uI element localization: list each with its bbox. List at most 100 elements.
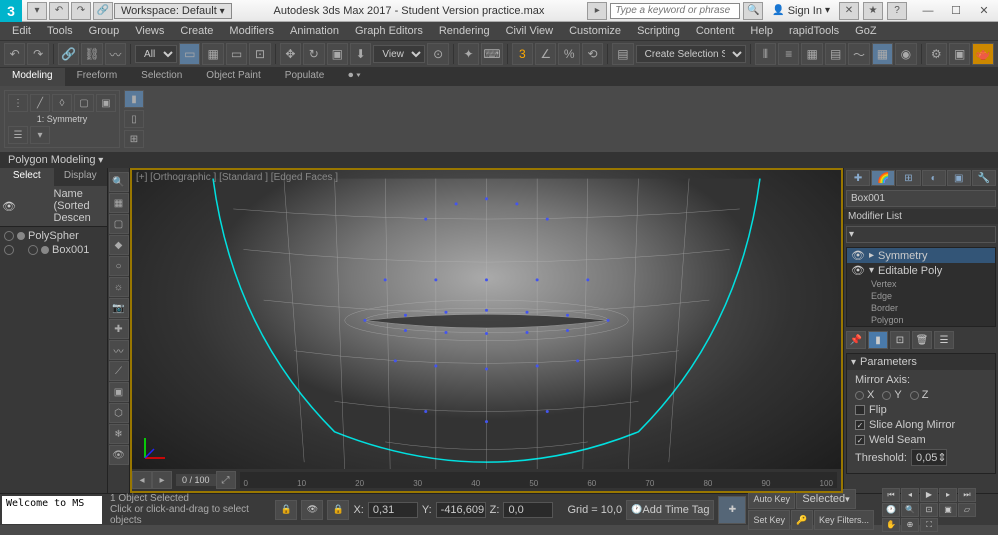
goto-start-button[interactable]: ⏮	[882, 488, 900, 502]
named-set-tool[interactable]: ▤	[612, 43, 633, 65]
redo-button[interactable]: ↷	[71, 2, 91, 20]
subobj-edge[interactable]: Edge	[847, 290, 995, 302]
remove-modifier-button[interactable]: 🗑	[912, 331, 932, 349]
timeline-prev-button[interactable]: ◂	[132, 471, 152, 489]
cmd-tab-modify[interactable]: 🌈	[871, 170, 895, 186]
subobj-polygon[interactable]: Polygon	[847, 314, 995, 326]
app-menu-button[interactable]: ▾	[27, 2, 47, 20]
menu-content[interactable]: Content	[688, 25, 743, 37]
viewport[interactable]: [+] [Orthographic ] [Standard ] [Edged F…	[130, 168, 843, 493]
display-all-icon[interactable]: ▦	[109, 193, 129, 213]
z-coord-input[interactable]: 0,0	[503, 502, 553, 518]
configure-button[interactable]: ☰	[934, 331, 954, 349]
subobj-edge-button[interactable]: ╱	[30, 94, 50, 112]
filter-xref-icon[interactable]: ⬡	[109, 403, 129, 423]
menu-create[interactable]: Create	[172, 25, 221, 37]
scene-tab-display[interactable]: Display	[54, 168, 108, 186]
select-object-tool[interactable]: ▭	[179, 43, 200, 65]
manipulate-tool[interactable]: ✦	[458, 43, 479, 65]
subobj-vertex[interactable]: Vertex	[847, 278, 995, 290]
signin-button[interactable]: 👤 Sign In ▾	[766, 5, 836, 17]
scene-item-polysphere[interactable]: PolySpher	[2, 229, 105, 243]
infocenter-button[interactable]: 🔍	[743, 2, 763, 20]
menu-customize[interactable]: Customize	[561, 25, 629, 37]
weld-checkbox[interactable]: ✓Weld Seam	[855, 434, 987, 446]
menu-grapheditors[interactable]: Graph Editors	[347, 25, 431, 37]
rotate-tool[interactable]: ↻	[303, 43, 324, 65]
maxscript-listener[interactable]: Welcome to MS	[2, 496, 102, 524]
time-tag-button[interactable]: 🕐 Add Time Tag	[626, 500, 714, 520]
fov-button[interactable]: ▱	[958, 503, 976, 517]
cmd-tab-motion[interactable]: ◐	[922, 170, 946, 186]
workspace-selector[interactable]: Workspace: Default ▾	[114, 3, 232, 19]
menu-rapidtools[interactable]: rapidTools	[781, 25, 847, 37]
filter-geom-icon[interactable]: ◆	[109, 235, 129, 255]
maximize-viewport-button[interactable]: ⛶	[920, 518, 938, 532]
title-arrow-icon[interactable]: ▸	[587, 2, 607, 20]
ribbon-opt1-button[interactable]: ▮	[124, 90, 144, 108]
subobj-polygon-button[interactable]: ▢	[74, 94, 94, 112]
scale-tool[interactable]: ▣	[327, 43, 348, 65]
keyboard-shortcut-tool[interactable]: ⌨	[481, 43, 502, 65]
orbit-button[interactable]: ⊕	[901, 518, 919, 532]
menu-group[interactable]: Group	[81, 25, 128, 37]
scene-header[interactable]: 👁Name (Sorted Descen	[0, 186, 107, 227]
layer-tool[interactable]: ▦	[801, 43, 822, 65]
modifier-stack[interactable]: 👁 ▸ Symmetry 👁 ▾ Editable Poly Vertex Ed…	[846, 247, 996, 327]
modifier-editablepoly[interactable]: 👁 ▾ Editable Poly	[847, 263, 995, 278]
object-name-field[interactable]: Box001	[846, 190, 996, 207]
eye-icon[interactable]: 👁	[851, 249, 865, 262]
menu-rendering[interactable]: Rendering	[431, 25, 498, 37]
ribbon-tab-freeform[interactable]: Freeform	[65, 68, 130, 86]
subobj-vertex-button[interactable]: ⋮	[8, 94, 28, 112]
key-mode-button[interactable]: 🔑	[791, 510, 813, 530]
set-key-big-button[interactable]: ✚	[718, 496, 746, 524]
selection-filter[interactable]: All	[135, 45, 177, 63]
freeze-toggle-icon[interactable]	[28, 245, 38, 255]
filter-shape-icon[interactable]: ○	[109, 256, 129, 276]
zoom-button[interactable]: 🔍	[901, 503, 919, 517]
selection-lock-button[interactable]: 🔒	[327, 500, 349, 520]
ribbon-collapse-button[interactable]: ☰	[8, 126, 28, 144]
make-unique-button[interactable]: ⊡	[890, 331, 910, 349]
ribbon-tab-selection[interactable]: Selection	[129, 68, 194, 86]
ribbon-tab-objectpaint[interactable]: Object Paint	[194, 68, 272, 86]
keyfilters-button[interactable]: Key Filters...	[814, 510, 874, 530]
modifier-symmetry[interactable]: 👁 ▸ Symmetry	[847, 248, 995, 263]
time-config-button[interactable]: 🕐	[882, 503, 900, 517]
ribbon-tab-modeling[interactable]: Modeling	[0, 68, 65, 86]
ref-coord-system[interactable]: View	[373, 45, 425, 63]
pin-stack-button[interactable]: 📌	[846, 331, 866, 349]
axis-y-radio[interactable]: Y	[882, 389, 901, 401]
percent-snap-tool[interactable]: %	[558, 43, 579, 65]
visibility-toggle-icon[interactable]	[4, 231, 14, 241]
filter-frozen-icon[interactable]: ❄	[109, 424, 129, 444]
subobj-element-button[interactable]: ▣	[96, 94, 116, 112]
spinner-snap-tool[interactable]: ⟲	[582, 43, 603, 65]
display-none-icon[interactable]: ▢	[109, 214, 129, 234]
redo-tool[interactable]: ↷	[27, 43, 48, 65]
render-tool[interactable]: 🫖	[972, 43, 993, 65]
exchange-button[interactable]: ✕	[839, 2, 859, 20]
lock-selection-button[interactable]: 🔒	[275, 500, 297, 520]
named-selection-dropdown[interactable]: Create Selection Se	[636, 45, 746, 63]
pan-button[interactable]: ✋	[882, 518, 900, 532]
menu-goz[interactable]: GoZ	[847, 25, 884, 37]
subobj-border[interactable]: Border	[847, 302, 995, 314]
setkey-button[interactable]: Set Key	[748, 510, 790, 530]
timeline-expand-button[interactable]: ⤢	[216, 471, 236, 489]
search-input[interactable]	[610, 3, 740, 19]
y-coord-input[interactable]: -416,609	[436, 502, 486, 518]
menu-help[interactable]: Help	[742, 25, 781, 37]
favorites-button[interactable]: ★	[863, 2, 883, 20]
subobj-element[interactable]: Element	[847, 326, 995, 327]
app-logo-icon[interactable]: 3	[0, 0, 22, 22]
placement-tool[interactable]: ⬇	[350, 43, 371, 65]
filter-light-icon[interactable]: ☼	[109, 277, 129, 297]
menu-edit[interactable]: Edit	[4, 25, 39, 37]
cmd-tab-create[interactable]: ✚	[846, 170, 870, 186]
filter-space-icon[interactable]: 〰	[109, 340, 129, 360]
schematic-view-tool[interactable]: ▦	[872, 43, 893, 65]
cmd-tab-hierarchy[interactable]: ⊞	[896, 170, 920, 186]
slice-checkbox[interactable]: ✓Slice Along Mirror	[855, 419, 987, 431]
